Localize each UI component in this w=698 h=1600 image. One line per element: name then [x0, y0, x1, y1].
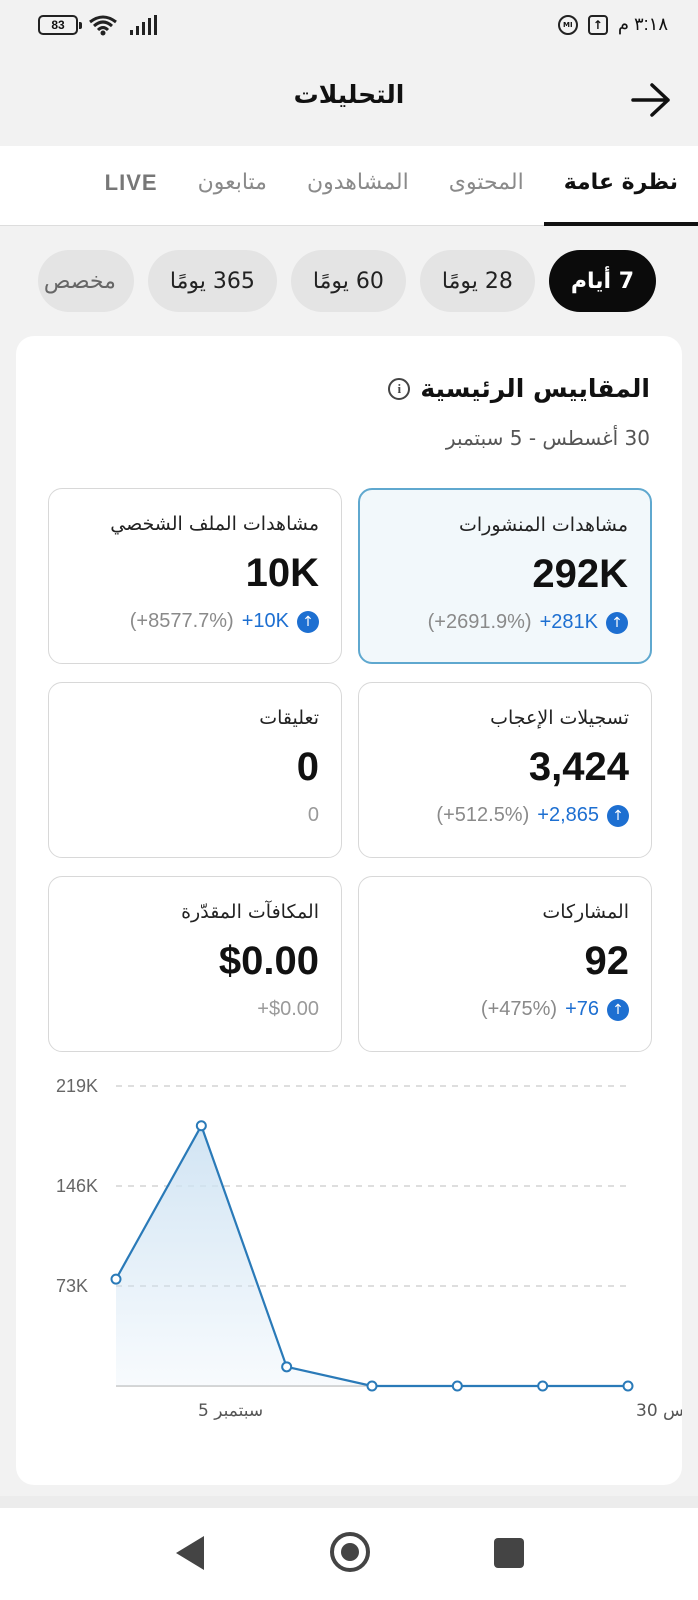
tab-followers[interactable]: متابعون [178, 146, 287, 226]
x-tick-label: سبتمبر 5 [198, 1401, 263, 1421]
nav-recents-icon[interactable] [494, 1538, 524, 1568]
arrow-up-icon: ↑ [606, 611, 628, 634]
metric-card-post-views[interactable]: مشاهدات المنشورات 292K ↑ +281K (+2691.9%… [358, 488, 652, 664]
data-point [622, 1380, 634, 1392]
metric-card-comments[interactable]: تعليقات 0 0 [48, 682, 342, 858]
chip-7-days[interactable]: 7 أيام [548, 250, 656, 312]
metric-label: المشاركات [542, 901, 629, 923]
chip-custom[interactable]: مخصص [37, 250, 134, 312]
data-point [281, 1361, 293, 1373]
system-nav-bar [0, 1508, 698, 1600]
metric-change: ↑ +2,865 (+512.5%) [381, 804, 629, 827]
page-title: التحليلات [293, 80, 405, 109]
metric-label: مشاهدات المنشورات [458, 514, 628, 536]
post-views-chart: 219K 146K 73K أغسطس 30 سبتمبر 5 [56, 1076, 682, 1421]
tab-live[interactable]: LIVE [85, 146, 178, 226]
metric-card-shares[interactable]: المشاركات 92 ↑ +76 (+475%) [358, 876, 652, 1052]
metric-card-profile-views[interactable]: مشاهدات الملف الشخصي 10K ↑ +10K (+8577.7… [48, 488, 342, 664]
status-right: MI ↑ ٣:١٨ م [557, 14, 668, 35]
info-icon[interactable]: i [388, 377, 411, 400]
y-tick-label: 73K [56, 1276, 88, 1296]
battery-icon: 83 [38, 15, 82, 35]
data-point [537, 1380, 549, 1392]
metric-change-value: +$0.00 [257, 998, 319, 1020]
status-left: 83 [38, 14, 158, 36]
x-tick-label: أغسطس 30 [636, 1399, 682, 1421]
metric-change-value: +10K [241, 610, 289, 632]
metric-card-estimated-rewards[interactable]: المكافآت المقدّرة $0.00 +$0.00 [48, 876, 342, 1052]
metric-value: 0 [296, 745, 319, 789]
date-range-label: 30 أغسطس - 5 سبتمبر [445, 426, 650, 450]
metric-change-percent: (+2691.9%) [427, 611, 532, 633]
series-area [116, 1125, 628, 1386]
data-point [451, 1380, 463, 1392]
app-header: التحليلات [0, 52, 698, 144]
metric-change: ↑ +10K (+8577.7%) [71, 610, 319, 633]
data-point [195, 1120, 207, 1132]
key-metrics-header: المقاييس الرئيسية i [388, 374, 650, 403]
metrics-grid: مشاهدات المنشورات 292K ↑ +281K (+2691.9%… [48, 488, 652, 1052]
chip-365-days[interactable]: 365 يومًا [147, 250, 277, 312]
metric-value: $0.00 [218, 939, 319, 983]
bottom-separator [0, 1496, 698, 1508]
metric-change: +$0.00 [71, 998, 319, 1021]
key-metrics-card: المقاييس الرئيسية i 30 أغسطس - 5 سبتمبر … [16, 336, 682, 1485]
metric-change: ↑ +281K (+2691.9%) [382, 611, 628, 634]
back-arrow-icon[interactable] [630, 80, 672, 120]
metric-value: 10K [245, 551, 319, 595]
status-bar: 83 MI ↑ ٣:١٨ م [0, 0, 698, 52]
metric-change-percent: (+512.5%) [436, 804, 530, 826]
metric-change-percent: (+8577.7%) [129, 610, 234, 632]
nav-home-icon[interactable] [330, 1532, 370, 1572]
metric-value: 92 [584, 939, 630, 983]
wifi-icon [89, 15, 117, 36]
tab-overview[interactable]: نظرة عامة [543, 146, 698, 226]
arrow-up-icon: ↑ [607, 804, 629, 827]
tab-audience[interactable]: المشاهدون [287, 146, 429, 226]
metric-change: 0 [71, 804, 319, 827]
metric-label: المكافآت المقدّرة [181, 901, 319, 923]
signal-icon [130, 15, 157, 35]
metric-card-likes[interactable]: تسجيلات الإعجاب 3,424 ↑ +2,865 (+512.5%) [358, 682, 652, 858]
metric-value: 292K [532, 552, 628, 596]
date-range-chips: 7 أيام 28 يومًا 60 يومًا 365 يومًا مخصص [0, 250, 656, 314]
y-tick-label: 146K [56, 1176, 98, 1196]
metric-label: تسجيلات الإعجاب [490, 707, 629, 729]
nav-back-icon[interactable] [176, 1536, 204, 1570]
metric-change-value: +2,865 [537, 804, 599, 826]
metric-change-value: +76 [565, 998, 599, 1020]
metric-change-value: +281K [539, 611, 598, 633]
metric-change: ↑ +76 (+475%) [381, 998, 629, 1021]
metric-change-value: 0 [307, 804, 319, 826]
chip-60-days[interactable]: 60 يومًا [290, 250, 406, 312]
y-tick-label: 219K [56, 1076, 98, 1096]
metric-label: تعليقات [259, 707, 319, 729]
arrow-up-icon: ↑ [607, 998, 629, 1021]
key-metrics-title: المقاييس الرئيسية [420, 374, 650, 403]
upload-notification-icon: ↑ [587, 14, 608, 35]
data-point [366, 1380, 378, 1392]
metric-change-percent: (+475%) [480, 998, 558, 1020]
chip-28-days[interactable]: 28 يومًا [419, 250, 535, 312]
metric-value: 3,424 [528, 745, 629, 789]
tab-bar: نظرة عامة المحتوى المشاهدون متابعون LIVE [0, 146, 698, 226]
status-time: ٣:١٨ م [617, 14, 668, 34]
data-point [110, 1273, 122, 1285]
metric-label: مشاهدات الملف الشخصي [110, 513, 319, 535]
arrow-up-icon: ↑ [297, 610, 319, 633]
tab-content[interactable]: المحتوى [429, 146, 544, 226]
notification-circle-icon: MI [557, 14, 578, 35]
